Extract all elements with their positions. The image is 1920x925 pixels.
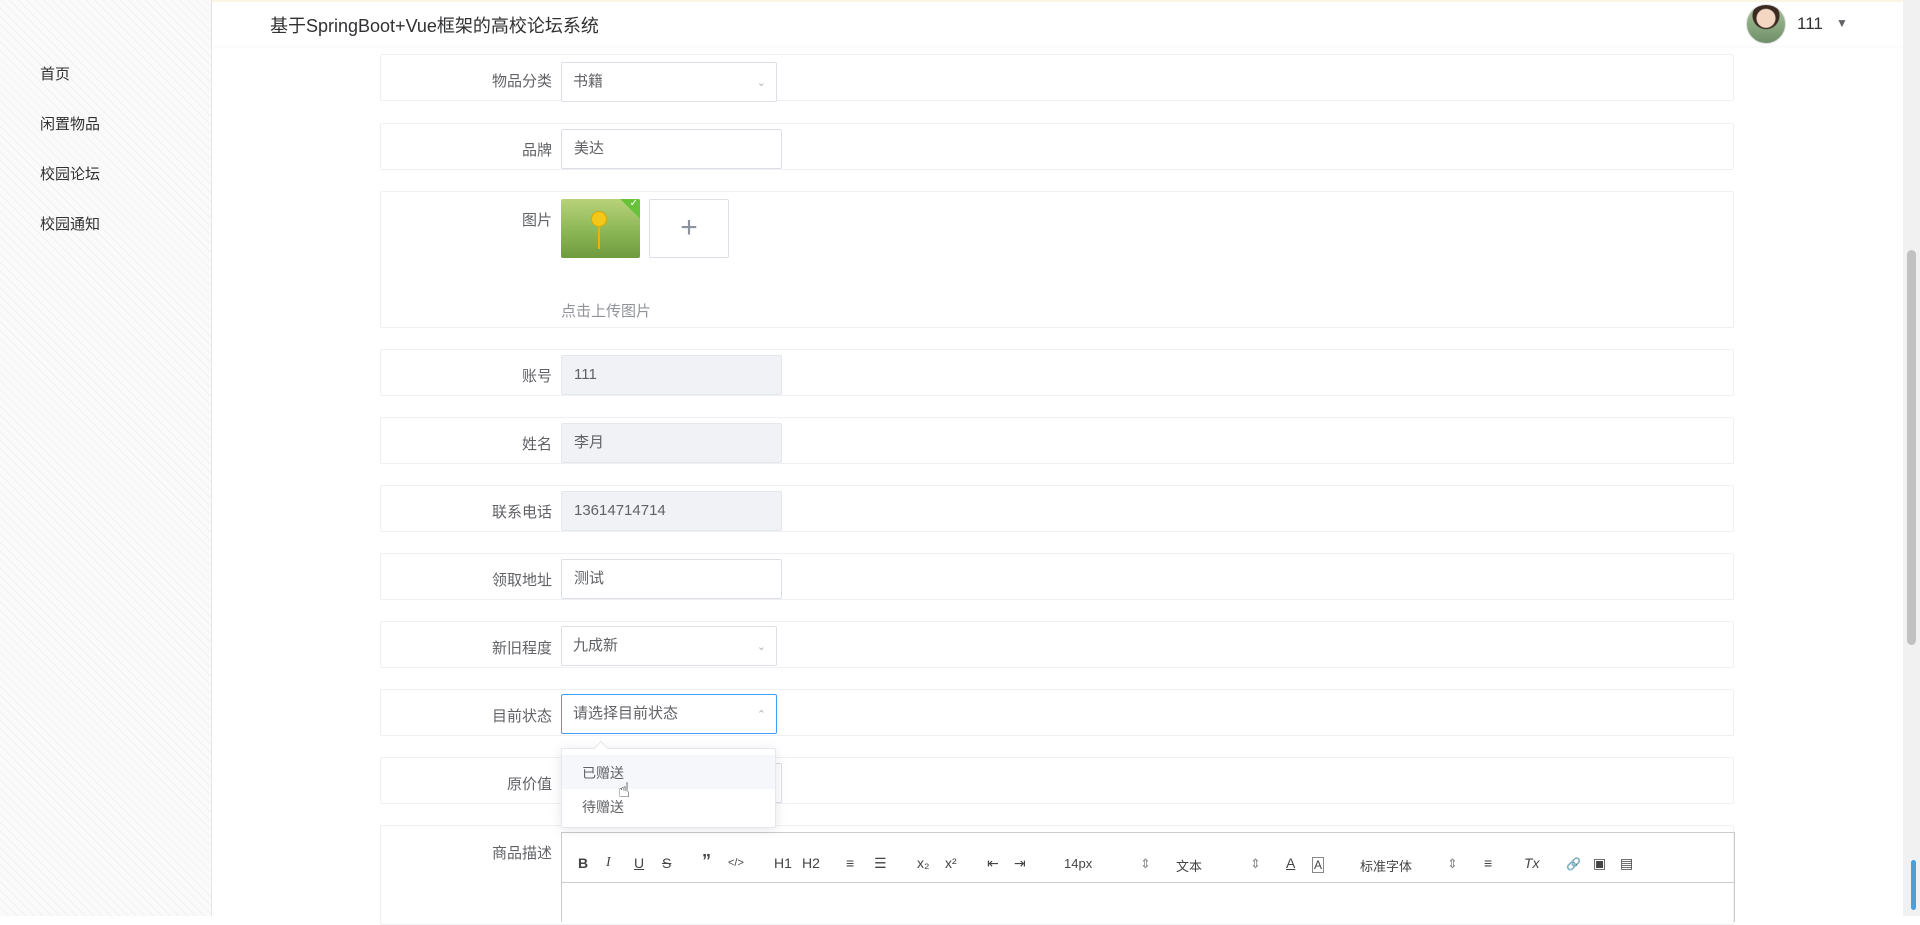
h1-button[interactable]: H1 (774, 855, 792, 871)
top-bar: 基于SpringBoot+Vue框架的高校论坛系统 111 ▼ (212, 0, 1903, 46)
h2-button[interactable]: H2 (802, 855, 820, 871)
rich-text-editor[interactable]: B I U S ” </> H1 H2 ≡ ☰ x₂ x² ⇤ ⇥ 14px ⇕… (561, 832, 1735, 922)
uploaded-image-thumbnail[interactable]: ✓ (561, 199, 640, 258)
italic-button[interactable]: I (606, 855, 611, 871)
check-icon: ✓ (629, 199, 638, 209)
chevron-up-icon: ⌃ (756, 709, 766, 721)
sidebar-item-campus-forum[interactable]: 校园论坛 (40, 163, 100, 184)
smiley-face-icon (591, 211, 607, 227)
phone-label: 联系电话 (491, 504, 552, 521)
dropdown-arrow (593, 740, 609, 756)
status-option-pending[interactable]: 待赠送 (562, 789, 775, 823)
sidebar-item-campus-notice[interactable]: 校园通知 (40, 213, 100, 234)
condition-label: 新旧程度 (491, 640, 552, 657)
form-row-phone: 联系电话 13614714714 (380, 485, 1734, 532)
scroll-indicator (1911, 860, 1916, 910)
form-row-category: 物品分类 书籍 ⌄ (380, 54, 1734, 102)
description-label: 商品描述 (491, 845, 552, 862)
brand-label: 品牌 (521, 142, 552, 159)
category-value: 书籍 (573, 73, 604, 90)
background-color-icon[interactable]: A (1312, 857, 1325, 873)
phone-input: 13614714714 (561, 491, 782, 531)
app-title: 基于SpringBoot+Vue框架的高校论坛系统 (270, 16, 599, 36)
upload-hint: 点击上传图片 (561, 303, 652, 320)
form-row-image: 图片 ✓ + 点击上传图片 (380, 191, 1734, 328)
form-row-description: 商品描述 B I U S ” </> H1 H2 ≡ ☰ x₂ x² ⇤ ⇥ 1… (380, 825, 1735, 925)
upload-button[interactable]: + (649, 199, 729, 258)
user-name[interactable]: 111 (1797, 14, 1823, 34)
link-icon[interactable]: 🔗 (1566, 857, 1581, 871)
address-input[interactable]: 测试 (561, 559, 782, 599)
status-select[interactable]: 请选择目前状态 ⌃ (561, 694, 777, 734)
subscript-button[interactable]: x₂ (917, 855, 929, 871)
align-icon[interactable]: ≡ (1484, 855, 1492, 871)
form-row-address: 领取地址 测试 (380, 553, 1734, 600)
sidebar-item-idle-goods[interactable]: 闲置物品 (40, 113, 100, 134)
status-dropdown: 已赠送 待赠送 (561, 740, 776, 828)
caret-down-icon[interactable]: ▼ (1836, 16, 1848, 30)
status-placeholder: 请选择目前状态 (573, 705, 679, 722)
condition-select[interactable]: 九成新 ⌄ (561, 626, 777, 666)
chevron-down-icon: ⌄ (756, 641, 766, 653)
account-input: 111 (561, 355, 782, 395)
font-size-select[interactable]: 14px (1064, 856, 1092, 871)
chevron-down-icon: ⌄ (756, 77, 766, 89)
original-price-label: 原价值 (506, 776, 552, 793)
image-icon[interactable]: ▣ (1593, 855, 1606, 872)
header-select[interactable]: 文本 (1176, 856, 1202, 875)
bullet-list-icon[interactable]: ☰ (874, 855, 887, 872)
chevron-updown-icon: ⇕ (1250, 856, 1261, 871)
strike-button[interactable]: S (662, 855, 671, 871)
editor-toolbar: B I U S ” </> H1 H2 ≡ ☰ x₂ x² ⇤ ⇥ 14px ⇕… (562, 847, 1734, 883)
account-label: 账号 (521, 368, 552, 385)
outdent-icon[interactable]: ⇤ (987, 855, 999, 872)
video-icon[interactable]: ▤ (1620, 855, 1633, 872)
flower-stem (598, 227, 600, 249)
brand-input[interactable]: 美达 (561, 129, 782, 169)
blockquote-button[interactable]: ” (702, 851, 711, 872)
chevron-updown-icon: ⇕ (1447, 856, 1458, 871)
form-row-name: 姓名 李月 (380, 417, 1734, 464)
condition-value: 九成新 (573, 637, 619, 654)
form-row-account: 账号 111 (380, 349, 1734, 396)
name-input: 李月 (561, 423, 782, 463)
bold-button[interactable]: B (578, 855, 588, 871)
form-row-condition: 新旧程度 九成新 ⌄ (380, 621, 1734, 668)
superscript-button[interactable]: x² (945, 855, 957, 871)
form-row-brand: 品牌 美达 (380, 123, 1734, 170)
avatar[interactable] (1746, 4, 1786, 44)
sidebar: 首页 闲置物品 校园论坛 校园通知 (0, 0, 212, 916)
scrollbar-thumb[interactable] (1907, 250, 1916, 645)
sidebar-item-home[interactable]: 首页 (40, 63, 70, 84)
status-option-given[interactable]: 已赠送 (562, 755, 775, 789)
name-label: 姓名 (521, 436, 552, 453)
indent-icon[interactable]: ⇥ (1014, 855, 1026, 872)
category-label: 物品分类 (491, 73, 552, 90)
form-row-status: 目前状态 请选择目前状态 ⌃ (380, 689, 1734, 736)
text-color-icon[interactable]: A (1286, 855, 1295, 871)
address-label: 领取地址 (491, 572, 552, 589)
clear-format-icon[interactable]: Tx (1524, 855, 1540, 871)
hand-cursor-icon: ☝ (618, 780, 631, 802)
chevron-updown-icon: ⇕ (1140, 856, 1151, 871)
ordered-list-icon[interactable]: ≡ (846, 855, 854, 871)
category-select[interactable]: 书籍 ⌄ (561, 62, 777, 102)
underline-button[interactable]: U (634, 855, 644, 871)
code-block-button[interactable]: </> (728, 857, 744, 869)
font-family-select[interactable]: 标准字体 (1360, 856, 1412, 875)
image-label: 图片 (521, 212, 552, 229)
status-label: 目前状态 (491, 708, 552, 725)
